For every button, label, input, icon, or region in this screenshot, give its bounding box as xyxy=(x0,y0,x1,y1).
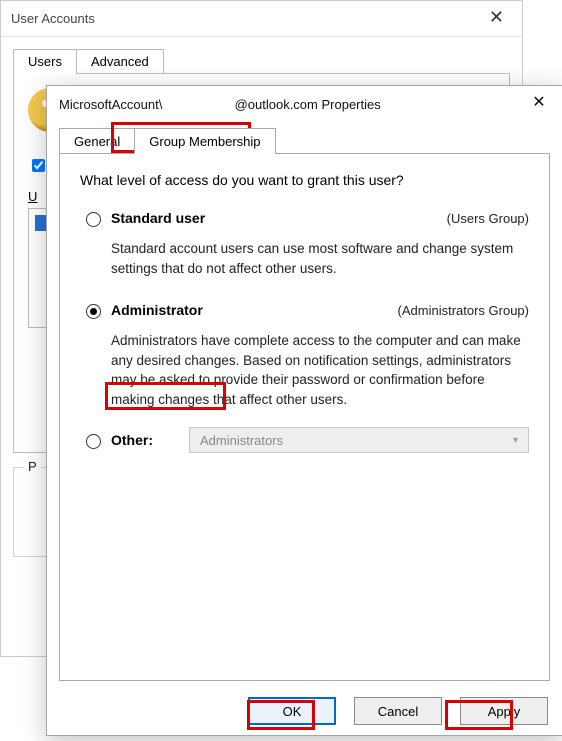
properties-close-icon[interactable]: ✕ xyxy=(516,86,562,118)
bg-groupbox-label: P xyxy=(24,459,41,474)
properties-dialog: MicrosoftAccount\ @outlook.com Propertie… xyxy=(46,85,562,736)
standard-user-group: (Users Group) xyxy=(447,211,529,226)
administrator-label: Administrator xyxy=(111,302,203,318)
user-accounts-title: User Accounts xyxy=(11,11,95,26)
properties-titlebar: MicrosoftAccount\ @outlook.com Propertie… xyxy=(47,86,562,122)
other-select: Administrators ▾ xyxy=(189,427,529,453)
properties-tabs: General Group Membership xyxy=(47,122,562,154)
tab-general[interactable]: General xyxy=(59,128,135,154)
access-question: What level of access do you want to gran… xyxy=(80,172,529,188)
administrator-desc: Administrators have complete access to t… xyxy=(111,331,529,409)
bg-checkbox[interactable] xyxy=(32,159,45,172)
title-suffix: @outlook.com Properties xyxy=(235,97,381,112)
administrator-row: Administrator (Administrators Group) xyxy=(80,296,529,325)
ok-button[interactable]: OK xyxy=(248,697,336,725)
radio-standard-user[interactable] xyxy=(86,212,101,227)
cancel-button[interactable]: Cancel xyxy=(354,697,442,725)
standard-user-row: Standard user (Users Group) xyxy=(80,204,529,233)
title-email-blank xyxy=(162,97,234,112)
apply-button[interactable]: Apply xyxy=(460,697,548,725)
bg-tab-users[interactable]: Users xyxy=(13,49,77,74)
other-label: Other: xyxy=(111,432,153,448)
user-accounts-close-icon[interactable]: ✕ xyxy=(479,3,514,32)
bg-tab-advanced[interactable]: Advanced xyxy=(76,49,164,74)
bg-tabs: Users Advanced xyxy=(1,37,522,74)
title-account-prefix: MicrosoftAccount\ xyxy=(59,97,162,112)
other-select-value: Administrators xyxy=(200,433,283,448)
radio-administrator[interactable] xyxy=(86,304,101,319)
user-accounts-titlebar: User Accounts ✕ xyxy=(1,1,522,37)
dialog-buttons: OK Cancel Apply xyxy=(248,697,548,725)
radio-other[interactable] xyxy=(86,434,101,449)
tab-group-membership[interactable]: Group Membership xyxy=(134,128,275,154)
other-row: Other: Administrators ▾ xyxy=(86,427,529,453)
chevron-down-icon: ▾ xyxy=(513,435,518,446)
administrator-group: (Administrators Group) xyxy=(398,303,529,318)
group-membership-body: What level of access do you want to gran… xyxy=(59,153,550,681)
standard-user-desc: Standard account users can use most soft… xyxy=(111,239,529,278)
standard-user-label: Standard user xyxy=(111,210,205,226)
